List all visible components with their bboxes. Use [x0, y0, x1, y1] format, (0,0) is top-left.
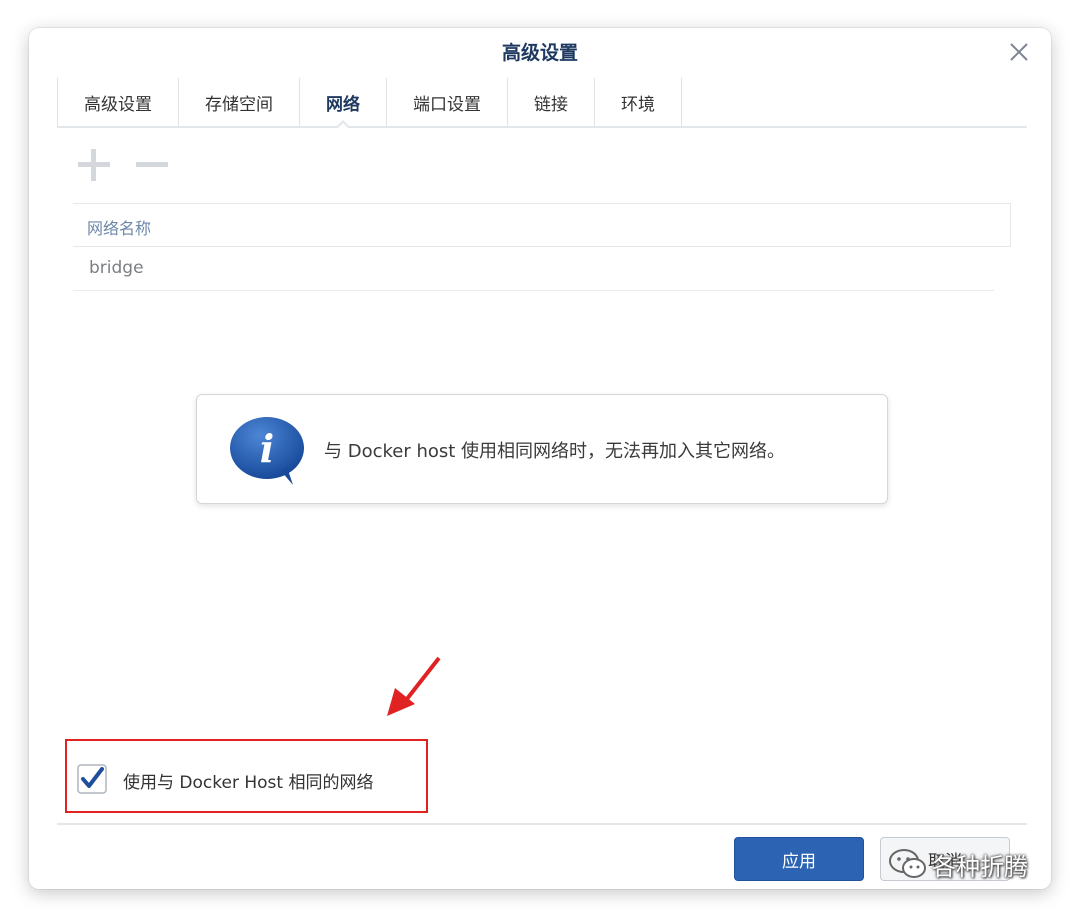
- tab-links[interactable]: 链接: [508, 78, 595, 126]
- table-row[interactable]: bridge: [73, 247, 994, 291]
- tab-bar: 高级设置 存储空间 网络 端口设置 链接 环境: [57, 78, 1027, 129]
- column-divider: [1010, 204, 1011, 246]
- info-message-text: 与 Docker host 使用相同网络时，无法再加入其它网络。: [324, 441, 786, 462]
- tab-environment[interactable]: 环境: [595, 78, 682, 126]
- dialog-title: 高级设置: [501, 42, 578, 64]
- tab-advanced-settings[interactable]: 高级设置: [57, 78, 179, 126]
- remove-network-button[interactable]: [133, 146, 171, 184]
- apply-button[interactable]: 应用: [734, 837, 864, 881]
- tab-storage[interactable]: 存储空间: [179, 78, 300, 126]
- advanced-settings-dialog: 高级设置 高级设置 存储空间 网络 端口设置 链接 环境 网络名称 bridge…: [29, 28, 1051, 889]
- info-icon: i: [229, 415, 309, 487]
- host-network-label[interactable]: 使用与 Docker Host 相同的网络: [123, 768, 373, 793]
- close-icon[interactable]: [1005, 38, 1033, 66]
- minus-icon: [136, 162, 168, 167]
- tab-network[interactable]: 网络: [300, 78, 387, 129]
- network-name-cell: bridge: [89, 258, 144, 278]
- tab-port-settings[interactable]: 端口设置: [387, 78, 508, 126]
- network-toolbar: [75, 146, 171, 186]
- column-header-network-name[interactable]: 网络名称: [87, 215, 151, 239]
- table-header: 网络名称: [73, 203, 1011, 247]
- footer-divider: [57, 823, 1027, 825]
- watermark-text: 各种折腾: [932, 852, 1028, 881]
- svg-text:i: i: [260, 426, 274, 471]
- add-network-button[interactable]: [75, 146, 113, 184]
- red-arrow-annotation: [385, 654, 445, 720]
- host-network-checkbox[interactable]: [77, 764, 107, 794]
- info-message-box: i 与 Docker host 使用相同网络时，无法再加入其它网络。: [196, 394, 888, 504]
- plus-icon: [78, 149, 110, 181]
- wechat-icon: [889, 849, 926, 878]
- network-table: 网络名称 bridge: [73, 203, 1011, 291]
- watermark: 各种折腾: [888, 844, 1028, 884]
- dialog-titlebar: 高级设置: [29, 28, 1051, 78]
